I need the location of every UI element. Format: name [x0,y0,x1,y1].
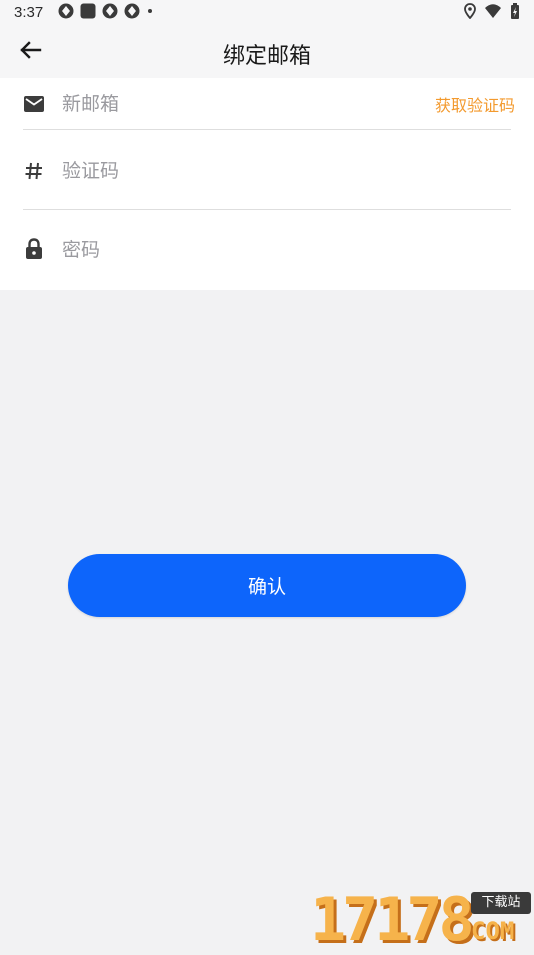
app-bar: 绑定邮箱 [0,26,534,78]
aperture-icon [102,3,118,23]
lock-icon [23,238,45,260]
confirm-button[interactable]: 确认 [68,554,466,617]
square-app-icon [80,3,96,23]
password-row [23,236,511,266]
watermark-tag: 下载站 [471,892,531,914]
notification-icons [58,3,154,23]
email-field[interactable] [62,90,392,118]
hash-icon [23,160,45,182]
wifi-icon [484,3,502,23]
battery-icon [510,3,520,23]
dot-icon [146,3,154,23]
divider [23,129,511,130]
aperture-icon [124,3,140,23]
status-time: 3:37 [14,4,44,21]
get-code-button[interactable]: 获取验证码 [435,92,515,116]
system-icons [464,3,520,23]
location-icon [464,3,476,23]
verification-code-field[interactable] [62,157,482,185]
page-title: 绑定邮箱 [222,44,311,69]
password-field[interactable] [62,236,482,264]
site-watermark: 17178 下载站 COM [308,886,534,950]
form-card: 获取验证码 [0,78,534,290]
watermark-digits: 17178 [310,885,475,955]
code-row [23,157,511,187]
mail-icon [23,93,45,115]
divider [23,209,511,210]
aperture-icon [58,3,74,23]
status-bar: 3:37 [0,0,534,26]
watermark-com: COM [471,917,515,945]
